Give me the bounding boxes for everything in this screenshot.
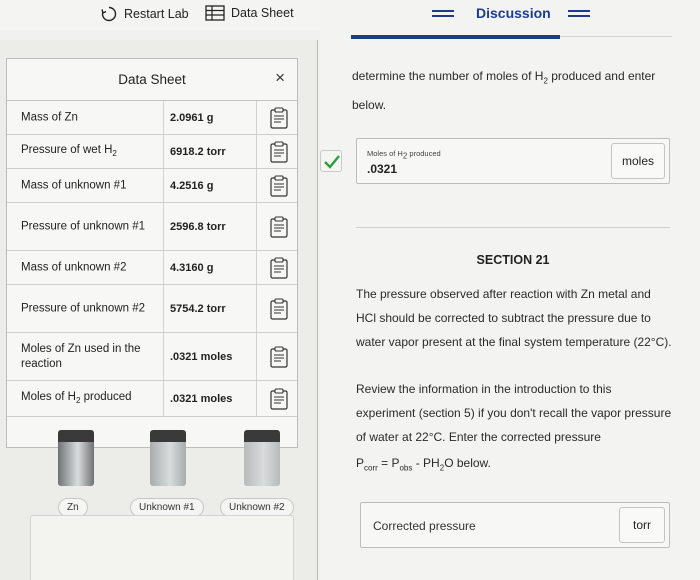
row-value: 2596.8 torr (170, 220, 226, 233)
reagent-bottle[interactable] (58, 430, 94, 486)
section-title: SECTION 21 (476, 253, 550, 267)
close-icon[interactable]: × (275, 68, 285, 88)
instruction-paragraph-1: The pressure observed after reaction wit… (356, 287, 672, 349)
clipboard-icon[interactable] (269, 345, 289, 368)
data-sheet-row: Mass of unknown #2 4.3160 g (7, 251, 297, 285)
data-sheet-button[interactable]: Data Sheet (205, 5, 294, 21)
data-sheet-row: Mass of unknown #1 4.2516 g (7, 169, 297, 203)
clipboard-icon[interactable] (269, 106, 289, 129)
row-label: Pressure of wet H2 (21, 143, 117, 158)
clipboard-icon[interactable] (269, 297, 289, 320)
moles-h2-input[interactable]: Moles of H2 produced .0321 moles (356, 138, 670, 184)
row-value: 6918.2 torr (170, 145, 226, 158)
lab-panel: Data Sheet × Mass of Zn 2.0961 g Pressure … (0, 40, 318, 580)
bottle-body (150, 442, 186, 486)
restart-icon (100, 5, 118, 23)
bottle-cap (244, 430, 280, 442)
bottle-cap (150, 430, 186, 442)
row-label: Pressure of unknown #2 (21, 302, 146, 314)
clipboard-icon[interactable] (269, 215, 289, 238)
menu-lines-icon (432, 10, 454, 20)
restart-lab-button[interactable]: Restart Lab (100, 5, 189, 23)
instruction-paragraph-2: Review the information in the introducti… (356, 382, 672, 444)
data-sheet-label: Data Sheet (231, 6, 294, 20)
row-label: Moles of H2 produced (21, 390, 132, 405)
data-sheet-row: Pressure of wet H2 6918.2 torr (7, 135, 297, 169)
data-sheet-panel: Data Sheet × Mass of Zn 2.0961 g Pressure … (6, 58, 298, 448)
data-sheet-row: Mass of Zn 2.0961 g (7, 101, 297, 135)
row-label: Pressure of unknown #1 (21, 220, 146, 232)
row-value: 5754.2 torr (170, 302, 226, 315)
row-label: Mass of Zn (21, 111, 78, 123)
row-value: .0321 moles (170, 392, 233, 405)
clipboard-icon[interactable] (269, 256, 289, 279)
moles-unit-selector[interactable]: moles (611, 143, 665, 179)
row-value: 4.3160 g (170, 261, 214, 274)
workbench-area (30, 515, 294, 580)
clipboard-icon[interactable] (269, 140, 289, 163)
menu-lines-icon (568, 10, 590, 20)
intro-text: determine the number of moles of H2 prod… (352, 69, 656, 113)
tab-underline (351, 35, 560, 39)
data-sheet-title: Data Sheet (118, 72, 186, 87)
checkmark-icon (320, 150, 342, 172)
reagent-bottle[interactable] (150, 430, 186, 486)
tab-discussion[interactable]: Discussion (476, 5, 551, 21)
corrected-pressure-label: Corrected pressure (373, 519, 476, 533)
formula-text: Pcorr = Pobs - PH2O below. (356, 456, 491, 473)
clipboard-icon[interactable] (269, 174, 289, 197)
clipboard-icon[interactable] (269, 387, 289, 410)
row-label: Moles of Zn used in the reaction (21, 342, 141, 370)
data-sheet-row: Pressure of unknown #1 2596.8 torr (7, 203, 297, 251)
restart-lab-label: Restart Lab (124, 7, 189, 21)
data-sheet-header: Data Sheet × (7, 59, 297, 101)
reagent-bottle[interactable] (244, 430, 280, 486)
tab-divider (560, 36, 672, 37)
moles-h2-value: .0321 (367, 162, 398, 176)
row-label: Mass of unknown #1 (21, 179, 127, 191)
section-divider (356, 227, 670, 228)
bottle-body (244, 442, 280, 486)
table-icon (205, 5, 225, 21)
bottle-cap (58, 430, 94, 442)
torr-unit-selector[interactable]: torr (619, 507, 665, 543)
data-sheet-row: Moles of H2 produced .0321 moles (7, 381, 297, 417)
row-value: 4.2516 g (170, 179, 214, 192)
bottle-body (58, 442, 94, 486)
row-value: 2.0961 g (170, 111, 214, 124)
data-sheet-row: Pressure of unknown #2 5754.2 torr (7, 285, 297, 333)
row-label: Mass of unknown #2 (21, 261, 127, 273)
data-sheet-row: Moles of Zn used in the reaction .0321 mo… (7, 333, 297, 381)
moles-h2-label: Moles of H2 produced (367, 149, 441, 161)
corrected-pressure-input[interactable]: Corrected pressure torr (360, 502, 670, 548)
row-value: .0321 moles (170, 350, 233, 363)
